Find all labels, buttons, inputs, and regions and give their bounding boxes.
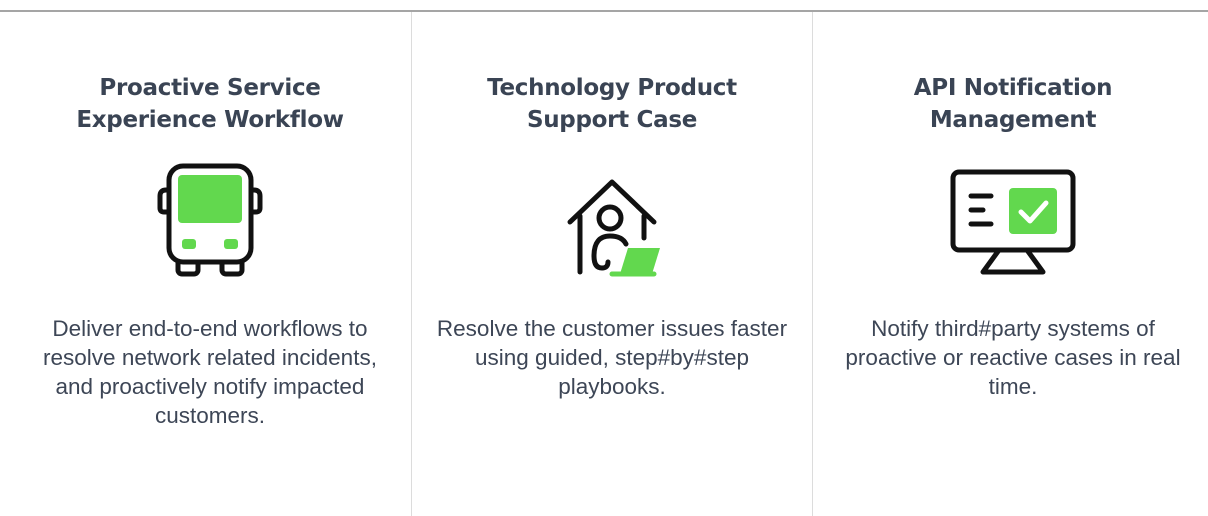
card-title: API Notification Management: [913, 75, 1113, 133]
card-title: Proactive Service Experience Workflow: [76, 75, 344, 133]
monitor-checkmark-icon: [943, 160, 1083, 285]
card-description: Notify third#party systems of proactive …: [845, 316, 1181, 399]
card-title: Technology Product Support Case: [487, 75, 737, 133]
feature-card-technology-support: Technology Product Support Case Resolve …: [412, 12, 812, 516]
bus-icon: [140, 160, 280, 285]
card-description: Deliver end-to-end workflows to resolve …: [43, 316, 377, 428]
feature-card-api-notification: API Notification Management Notify third…: [813, 12, 1208, 516]
card-description: Resolve the customer issues faster using…: [436, 316, 788, 399]
home-support-agent-icon: [542, 160, 682, 285]
feature-card-proactive-service: Proactive Service Experience Workflow De…: [10, 12, 410, 516]
